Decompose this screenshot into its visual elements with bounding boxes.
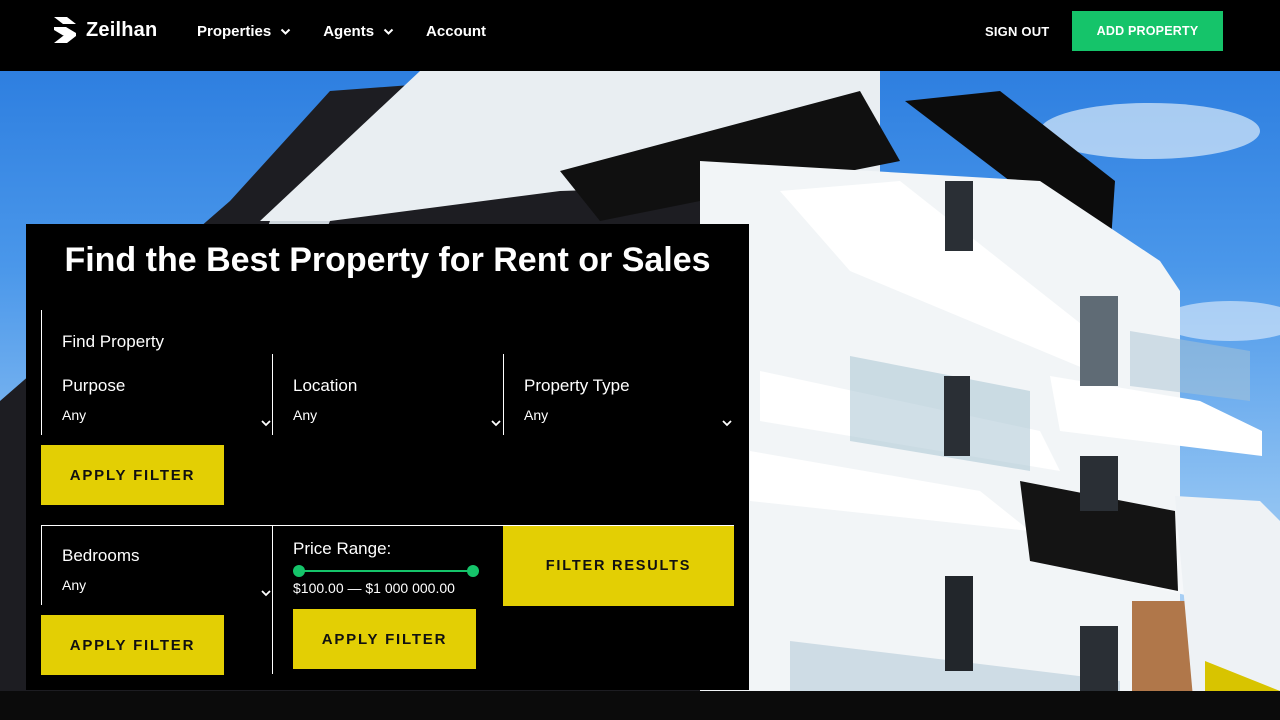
divider [272, 525, 273, 674]
chevron-down-icon [491, 414, 501, 432]
bedrooms-value: Any [62, 577, 87, 593]
nav-item-account[interactable]: Account [426, 23, 486, 40]
filter-results-button[interactable]: FILTER RESULTS [503, 526, 734, 606]
nav-item-label: Agents [323, 22, 375, 40]
apply-filter-button[interactable]: APPLY FILTER [293, 609, 476, 669]
apply-filter-button[interactable]: APPLY FILTER [41, 615, 224, 675]
nav-item-agents[interactable]: Agents [323, 23, 394, 40]
bedrooms-select[interactable]: Bedrooms Any [62, 546, 271, 602]
price-range-slider[interactable] [293, 565, 479, 577]
property-type-select[interactable]: Property Type Any [524, 376, 732, 432]
price-range-label: Price Range: [293, 539, 392, 558]
property-search-panel: Find the Best Property for Rent or Sales… [26, 224, 749, 690]
purpose-label: Purpose [62, 376, 126, 395]
divider [503, 354, 504, 435]
property-type-label: Property Type [524, 376, 630, 395]
nav-item-label: Account [426, 22, 487, 40]
location-value: Any [293, 407, 318, 423]
divider [272, 354, 273, 435]
chevron-down-icon [280, 23, 291, 40]
page-title: Find the Best Property for Rent or Sales [64, 241, 711, 279]
slider-max-handle[interactable] [467, 565, 479, 577]
location-select[interactable]: Location Any [293, 376, 501, 432]
top-navigation-bar: Zeilhan Properties Agents Account SIGN O… [0, 0, 1280, 71]
apply-filter-button[interactable]: APPLY FILTER [41, 445, 224, 505]
chevron-down-icon [383, 23, 394, 40]
chevron-down-icon [261, 584, 271, 602]
chevron-down-icon [722, 414, 732, 432]
sign-out-link[interactable]: SIGN OUT [985, 24, 1049, 39]
divider [41, 525, 42, 605]
nav-item-label: Properties [197, 22, 272, 40]
nav-item-properties[interactable]: Properties [197, 23, 291, 40]
logo-text: Zeilhan [86, 18, 158, 41]
slider-track [299, 570, 473, 572]
purpose-value: Any [62, 407, 87, 423]
price-range-value: $100.00 — $1 000 000.00 [293, 580, 455, 596]
location-label: Location [293, 376, 358, 395]
property-type-value: Any [524, 407, 549, 423]
logo-icon [52, 15, 78, 45]
divider [41, 310, 42, 435]
chevron-down-icon [261, 414, 271, 432]
add-property-button[interactable]: ADD PROPERTY [1072, 11, 1223, 51]
purpose-select[interactable]: Purpose Any [62, 376, 271, 432]
logo[interactable]: Zeilhan [52, 15, 157, 45]
main-nav: Properties Agents Account [197, 0, 518, 62]
bedrooms-label: Bedrooms [62, 546, 140, 565]
find-property-label: Find Property [62, 332, 165, 351]
slider-min-handle[interactable] [293, 565, 305, 577]
